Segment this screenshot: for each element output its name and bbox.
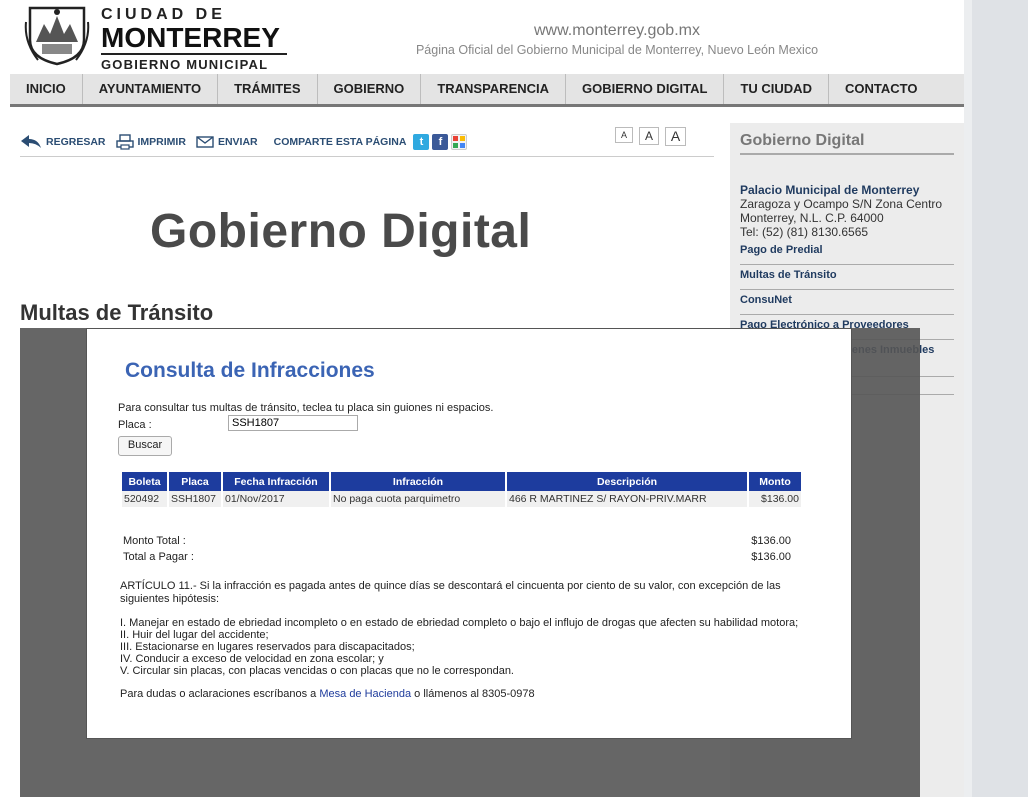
nav-ayuntamiento[interactable]: AYUNTAMIENTO (83, 74, 219, 104)
dudas-pre: Para dudas o aclaraciones escríbanos a (120, 688, 317, 700)
google-share-icon[interactable] (451, 134, 468, 150)
table-row: 520492 SSH1807 01/Nov/2017 No paga cuota… (122, 491, 801, 507)
dudas-post: o llámenos al 8305-0978 (414, 688, 535, 700)
total-pagar-value: $136.00 (751, 551, 791, 563)
sidebar-link-predial[interactable]: Pago de Predial (740, 242, 954, 265)
font-size-controls: A A A (615, 127, 686, 146)
nav-gobierno[interactable]: GOBIERNO (318, 74, 422, 104)
nav-tramites[interactable]: TRÁMITES (218, 74, 318, 104)
contact-info: Palacio Municipal de Monterrey Zaragoza … (740, 183, 960, 239)
enviar-link[interactable]: ENVIAR (196, 136, 258, 148)
city-seal-logo[interactable] (24, 2, 90, 66)
header-fecha: Fecha Infracción (223, 472, 329, 491)
phone: Tel: (52) (81) 8130.6565 (740, 225, 869, 239)
brand-name: MONTERREY (101, 22, 280, 53)
nav-transparencia[interactable]: TRANSPARENCIA (421, 74, 567, 104)
cell-fecha: 01/Nov/2017 (223, 491, 329, 507)
imprimir-label: IMPRIMIR (137, 136, 186, 148)
placa-input[interactable] (228, 415, 358, 431)
address-line-2: Monterrey, N.L. C.P. 64000 (740, 211, 884, 225)
section-title: Multas de Tránsito (20, 300, 214, 325)
excepciones-list: I. Manejar en estado de ebriedad incompl… (120, 617, 840, 677)
font-large-button[interactable]: A (665, 127, 686, 146)
infracciones-table: Boleta Placa Fecha Infracción Infracción… (120, 472, 803, 507)
buscar-button[interactable]: Buscar (118, 436, 172, 456)
monto-total-value: $136.00 (751, 535, 791, 547)
window-background (972, 0, 1028, 797)
regresar-link[interactable]: REGRESAR (20, 135, 106, 149)
toolbar-divider (20, 156, 714, 157)
list-item: II. Huir del lugar del accidente; (120, 629, 269, 641)
cell-placa: SSH1807 (169, 491, 221, 507)
brand-gov-label: GOBIERNO MUNICIPAL (101, 57, 269, 72)
page-title: Gobierno Digital (150, 205, 532, 258)
sidebar-divider (740, 153, 954, 155)
total-pagar-label: Total a Pagar : (123, 551, 194, 563)
sidebar-title: Gobierno Digital (740, 132, 865, 149)
twitter-icon[interactable]: t (413, 134, 430, 150)
cell-boleta: 520492 (122, 491, 167, 507)
list-item: V. Circular sin placas, con placas venci… (120, 665, 514, 677)
infracciones-modal: Consulta de Infracciones Para consultar … (86, 328, 852, 739)
header-monto: Monto (749, 472, 801, 491)
mesa-hacienda-link[interactable]: Mesa de Hacienda (319, 688, 411, 700)
nav-tu-ciudad[interactable]: TU CIUDAD (724, 74, 829, 104)
header-placa: Placa (169, 472, 221, 491)
sidebar-link-consunet[interactable]: ConsuNet (740, 292, 954, 315)
site-subtitle: Página Oficial del Gobierno Municipal de… (415, 43, 819, 57)
nav-inicio[interactable]: INICIO (10, 74, 83, 104)
address-line-1: Zaragoza y Ocampo S/N Zona Centro (740, 197, 943, 211)
cell-infraccion: No paga cuota parquimetro (331, 491, 505, 507)
palacio-name: Palacio Municipal de Monterrey (740, 183, 920, 197)
envelope-icon (196, 136, 214, 148)
header-boleta: Boleta (122, 472, 167, 491)
regresar-label: REGRESAR (46, 136, 106, 148)
facebook-icon[interactable]: f (432, 134, 449, 150)
list-item: III. Estacionarse en lugares reservados … (120, 641, 415, 653)
list-item: IV. Conducir a exceso de velocidad en zo… (120, 653, 384, 665)
site-url: www.monterrey.gob.mx (534, 22, 700, 39)
brand-rule (101, 53, 287, 55)
nav-gobierno-digital[interactable]: GOBIERNO DIGITAL (566, 74, 725, 104)
total-pagar-row: Total a Pagar : $136.00 (123, 549, 791, 565)
header-descripcion: Descripción (507, 472, 747, 491)
sidebar-link-multas[interactable]: Multas de Tránsito (740, 267, 954, 290)
modal-intro: Para consultar tus multas de tránsito, t… (118, 402, 494, 414)
share-label: COMPARTE ESTA PÁGINA (273, 136, 407, 148)
list-item: I. Manejar en estado de ebriedad incompl… (120, 617, 799, 629)
page-toolbar: REGRESAR IMPRIMIR ENVIAR COMPARTE ESTA P… (20, 130, 468, 154)
dudas-text: Para dudas o aclaraciones escríbanos a M… (120, 688, 535, 700)
modal-title: Consulta de Infracciones (125, 359, 375, 382)
content-edge (964, 0, 972, 797)
imprimir-link[interactable]: IMPRIMIR (115, 134, 186, 150)
font-medium-button[interactable]: A (639, 127, 659, 145)
font-small-button[interactable]: A (615, 127, 633, 143)
header-infraccion: Infracción (331, 472, 505, 491)
monto-total-label: Monto Total : (123, 535, 186, 547)
brand-wordmark[interactable]: CIUDAD DE MONTERREY GOBIERNO MUNICIPAL (101, 6, 291, 72)
cell-monto: $136.00 (749, 491, 801, 507)
printer-icon (115, 134, 134, 150)
monto-total-row: Monto Total : $136.00 (123, 533, 791, 549)
back-arrow-icon (21, 135, 41, 148)
cell-descripcion: 466 R MARTINEZ S/ RAYON-PRIV.MARR (507, 491, 747, 507)
articulo-text: ARTÍCULO 11.- Si la infracción es pagada… (120, 580, 781, 605)
totals: Monto Total : $136.00 Total a Pagar : $1… (123, 533, 791, 565)
main-nav: INICIO AYUNTAMIENTO TRÁMITES GOBIERNO TR… (10, 74, 964, 107)
enviar-label: ENVIAR (217, 136, 258, 148)
nav-contacto[interactable]: CONTACTO (829, 74, 964, 104)
placa-label: Placa : (118, 419, 152, 431)
